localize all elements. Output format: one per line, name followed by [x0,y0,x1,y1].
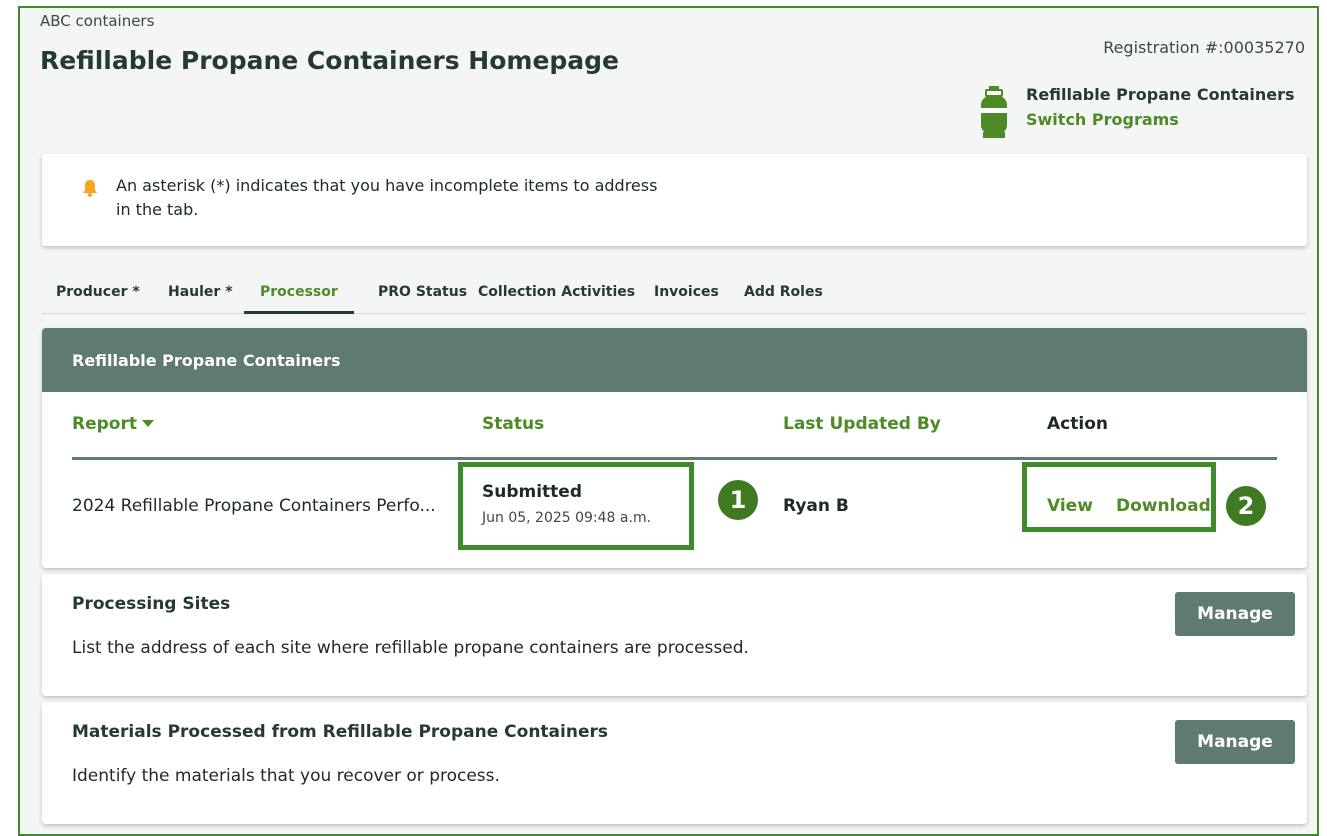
tab-collection-activities[interactable]: Collection Activities [478,282,635,314]
report-column-header[interactable]: Report [72,414,154,434]
processing-sites-description: List the address of each site where refi… [72,638,749,658]
materials-processed-description: Identify the materials that you recover … [72,766,500,786]
processing-sites-title: Processing Sites [72,594,231,614]
tab-add-roles[interactable]: Add Roles [744,282,823,314]
switch-programs-link[interactable]: Switch Programs [1026,107,1295,132]
report-name: 2024 Refillable Propane Containers Perfo… [72,496,436,516]
status-column-header: Status [482,414,545,434]
tab-pro-status[interactable]: PRO Status [378,282,467,314]
program-tabs: Producer * Hauler * Processor PRO Status… [42,272,1307,314]
sort-caret-icon [141,420,154,427]
step-1-marker: 1 [718,480,758,520]
incomplete-items-alert: An asterisk (*) indicates that you have … [42,154,1307,246]
bell-icon [83,180,97,197]
tab-producer[interactable]: Producer * [56,282,140,314]
company-name: ABC containers [40,12,155,30]
manage-materials-button[interactable]: Manage [1175,720,1295,764]
manage-processing-sites-button[interactable]: Manage [1175,592,1295,636]
last-updated-by: Ryan B [783,496,849,516]
program-switcher: Refillable Propane Containers Switch Pro… [980,82,1295,140]
materials-processed-title: Materials Processed from Refillable Prop… [72,722,608,742]
propane-tank-icon [981,86,1007,138]
processing-sites-section: Processing Sites List the address of eac… [42,574,1307,696]
actions-highlight-box [1022,462,1216,532]
materials-processed-section: Materials Processed from Refillable Prop… [42,702,1307,824]
report-column-label: Report [72,414,137,434]
registration-number: Registration #:00035270 [1103,38,1305,57]
page-frame: ABC containers Refillable Propane Contai… [18,6,1319,836]
reports-card-title: Refillable Propane Containers [42,328,1307,392]
tab-invoices[interactable]: Invoices [654,282,719,314]
last-updated-by-column-header: Last Updated By [783,414,941,434]
page-title: Refillable Propane Containers Homepage [40,46,620,75]
reports-card: Refillable Propane Containers Report Sta… [42,328,1307,568]
status-highlight-box [458,462,694,550]
tab-processor[interactable]: Processor [244,282,354,314]
current-program-name: Refillable Propane Containers [1026,85,1295,104]
table-header-divider [72,457,1277,460]
alert-message: An asterisk (*) indicates that you have … [116,176,658,219]
tab-hauler[interactable]: Hauler * [168,282,233,314]
action-column-header: Action [1047,414,1108,434]
step-2-marker: 2 [1226,486,1266,526]
